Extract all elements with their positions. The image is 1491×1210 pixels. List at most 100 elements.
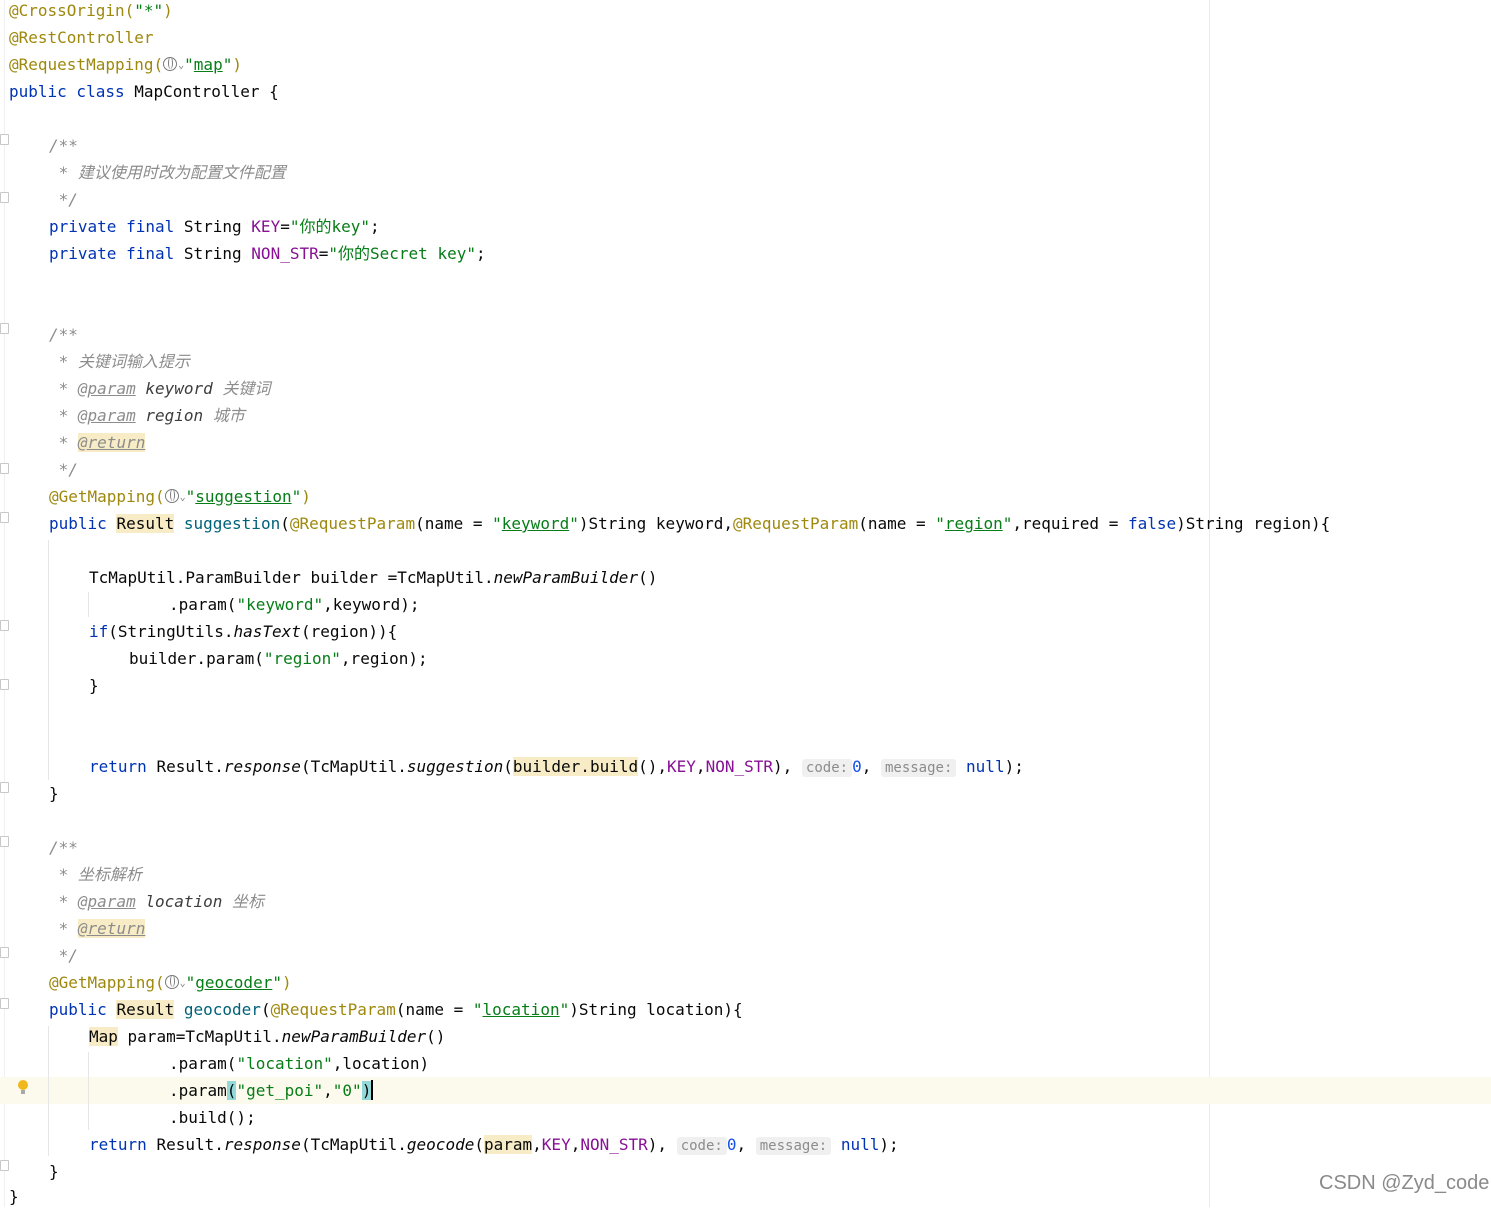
code-text: (region)){ xyxy=(300,622,398,641)
code-line[interactable]: .param("location",location) xyxy=(169,1050,429,1077)
annotation: @GetMapping( xyxy=(49,973,165,992)
annotation: @RequestMapping( xyxy=(9,55,164,74)
code-line[interactable]: public Result suggestion(@RequestParam(n… xyxy=(49,510,1330,537)
code-line[interactable]: * @return xyxy=(49,429,146,456)
code-text: ,region); xyxy=(340,649,428,668)
punctuation: ); xyxy=(879,1135,899,1154)
keyword: return xyxy=(89,1135,157,1154)
mapping-path[interactable]: geocoder xyxy=(195,973,272,992)
fold-marker[interactable] xyxy=(0,512,9,523)
annotation: ) xyxy=(163,1,173,20)
comment: * 关键词输入提示 xyxy=(49,352,190,371)
code-line[interactable]: if(StringUtils.hasText(region)){ xyxy=(89,618,397,645)
fold-marker[interactable] xyxy=(0,998,9,1009)
code-line[interactable]: @CrossOrigin("*") xyxy=(9,0,173,24)
comment: /** xyxy=(49,838,78,857)
mapping-path[interactable]: map xyxy=(194,55,223,74)
annotation: @RequestParam xyxy=(732,514,859,533)
code-line[interactable]: @RequestMapping(⌄"map") xyxy=(9,51,242,78)
code-line[interactable]: Map param=TcMapUtil.newParamBuilder() xyxy=(89,1023,445,1050)
comment: * xyxy=(49,892,78,911)
javadoc-param-name: keyword xyxy=(135,379,213,398)
type-name: Map xyxy=(89,1027,118,1046)
code-line[interactable]: } xyxy=(9,1183,19,1210)
code-line-current[interactable]: .param("get_poi","0") xyxy=(169,1077,374,1104)
fold-marker[interactable] xyxy=(0,463,9,474)
code-line[interactable]: * 建议使用时改为配置文件配置 xyxy=(49,159,286,186)
javadoc-tag: @param xyxy=(77,406,136,425)
punctuation: ; xyxy=(475,244,486,263)
code-editor[interactable]: @CrossOrigin("*") @RestController @Reque… xyxy=(0,0,1491,1207)
globe-icon[interactable] xyxy=(164,489,179,503)
lightbulb-icon[interactable] xyxy=(18,1080,28,1094)
javadoc-tag: @param xyxy=(77,892,136,911)
type-name: Result xyxy=(116,1000,175,1019)
code-line[interactable]: } xyxy=(49,780,59,807)
annotation: ) xyxy=(281,973,292,992)
code-line[interactable]: } xyxy=(49,1158,59,1185)
code-line[interactable]: return Result.response(TcMapUtil.geocode… xyxy=(89,1131,899,1158)
code-line[interactable]: .build(); xyxy=(169,1104,256,1131)
globe-icon[interactable] xyxy=(163,57,178,71)
fold-marker[interactable] xyxy=(0,192,9,203)
fold-marker[interactable] xyxy=(0,323,9,334)
code-line[interactable]: private final String KEY="你的key"; xyxy=(49,213,380,240)
punctuation: ( xyxy=(503,757,513,776)
parameter-hint: message: xyxy=(755,1137,832,1155)
code-line[interactable]: TcMapUtil.ParamBuilder builder =TcMapUti… xyxy=(89,564,657,591)
fold-marker[interactable] xyxy=(0,947,9,958)
punctuation: ; xyxy=(370,217,380,236)
code-line[interactable]: * 坐标解析 xyxy=(49,861,142,888)
code-line[interactable]: * @return xyxy=(49,915,146,942)
code-text: .param( xyxy=(169,1054,237,1073)
javadoc-tag: @param xyxy=(77,379,136,398)
code-line[interactable]: @GetMapping(⌄"suggestion") xyxy=(49,483,311,510)
code-line[interactable]: builder.param("region",region); xyxy=(129,645,428,672)
code-text: ,required = xyxy=(1012,514,1128,533)
fold-marker[interactable] xyxy=(0,1160,9,1171)
code-text: Result. xyxy=(156,1135,224,1154)
field-name: KEY xyxy=(541,1135,571,1154)
code-line[interactable]: /** xyxy=(49,321,78,348)
code-line[interactable]: */ xyxy=(49,186,78,213)
comment: 坐标 xyxy=(222,892,265,911)
fold-marker[interactable] xyxy=(0,620,9,631)
code-line[interactable]: @GetMapping(⌄"geocoder") xyxy=(49,969,292,996)
code-line[interactable]: @RestController xyxy=(9,24,154,51)
code-line[interactable]: public Result geocoder(@RequestParam(nam… xyxy=(49,996,743,1023)
static-method: geocode xyxy=(406,1135,475,1154)
string-literal: "你的Secret key" xyxy=(328,244,476,263)
comment: 关键词 xyxy=(212,379,271,398)
code-line[interactable]: /** xyxy=(49,834,78,861)
javadoc-param-name: region xyxy=(135,406,204,425)
code-line[interactable]: /** xyxy=(49,132,78,159)
code-line[interactable]: return Result.response(TcMapUtil.suggest… xyxy=(89,753,1024,780)
fold-marker[interactable] xyxy=(0,679,9,690)
field-name: NON_STR xyxy=(580,1135,648,1154)
code-text: .param( xyxy=(169,595,237,614)
fold-marker[interactable] xyxy=(0,782,9,793)
comment: /** xyxy=(49,325,78,344)
code-line[interactable]: * @param keyword 关键词 xyxy=(49,375,271,402)
code-line[interactable]: * @param location 坐标 xyxy=(49,888,264,915)
javadoc-tag: @return xyxy=(77,919,146,938)
code-line[interactable]: .param("keyword",keyword); xyxy=(169,591,419,618)
indent-guide xyxy=(48,540,49,780)
comment: * xyxy=(49,379,78,398)
fold-marker[interactable] xyxy=(0,836,9,847)
code-line[interactable]: } xyxy=(89,672,99,699)
mapping-path[interactable]: suggestion xyxy=(195,487,291,506)
string-quote: " xyxy=(222,55,233,74)
comment: * xyxy=(49,433,78,452)
globe-icon[interactable] xyxy=(164,975,179,989)
fold-marker[interactable] xyxy=(0,134,9,145)
code-line[interactable]: */ xyxy=(49,456,78,483)
code-line[interactable]: * @param region 城市 xyxy=(49,402,245,429)
keyword: false xyxy=(1127,514,1177,533)
code-line[interactable]: public class MapController { xyxy=(9,78,279,105)
code-line[interactable]: * 关键词输入提示 xyxy=(49,348,190,375)
code-line[interactable]: private final String NON_STR="你的Secret k… xyxy=(49,240,486,267)
code-line[interactable]: */ xyxy=(49,942,78,969)
